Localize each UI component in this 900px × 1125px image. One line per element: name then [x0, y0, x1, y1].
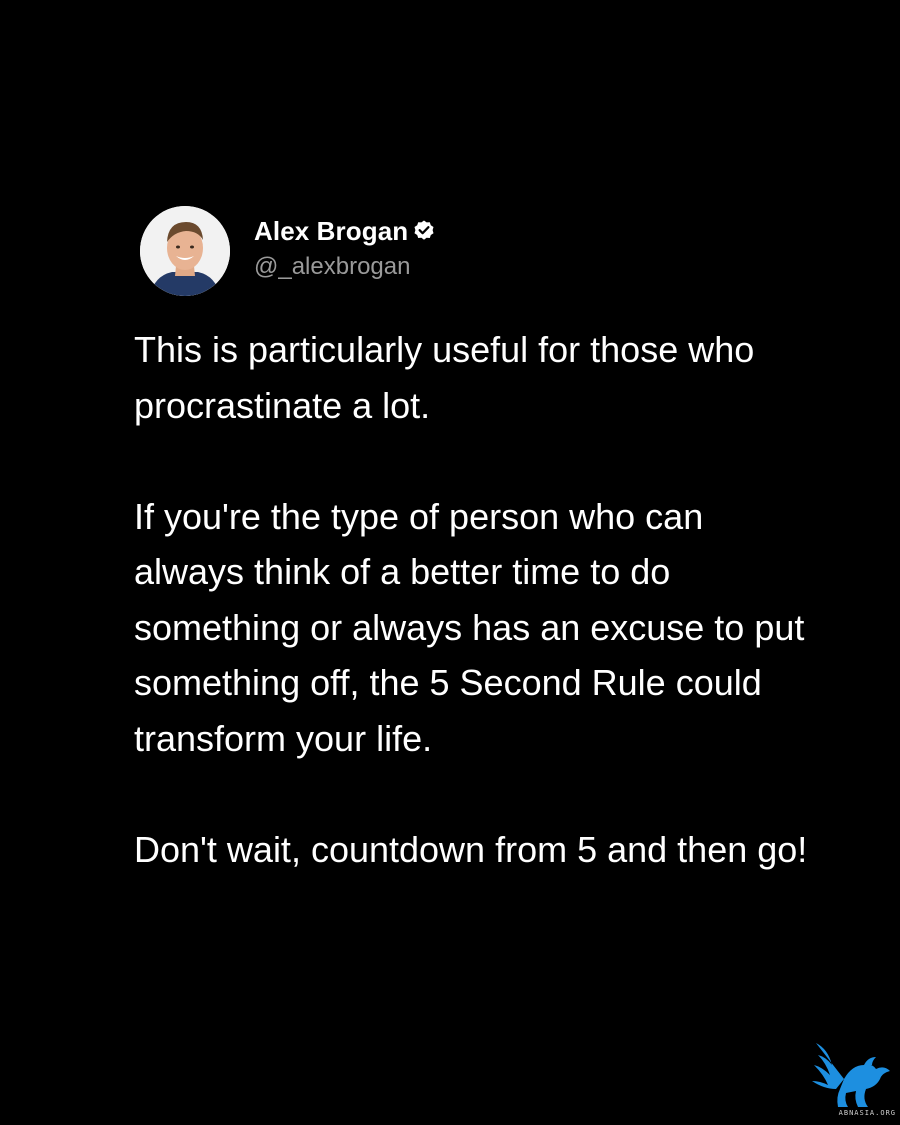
- tweet-card: Alex Brogan @_alexbrogan This is particu…: [134, 206, 814, 877]
- author-meta: Alex Brogan @_alexbrogan: [254, 216, 436, 281]
- tweet-paragraph: If you're the type of person who can alw…: [134, 495, 805, 759]
- author-handle[interactable]: @_alexbrogan: [254, 253, 436, 281]
- winged-lion-logo-icon: [812, 1043, 890, 1107]
- profile-photo-icon: [140, 206, 230, 296]
- verified-badge-icon: [414, 220, 434, 240]
- tweet-body: This is particularly useful for those wh…: [134, 322, 814, 877]
- tweet-author: Alex Brogan @_alexbrogan: [140, 206, 814, 296]
- tweet-paragraph: This is particularly useful for those wh…: [134, 329, 755, 426]
- watermark-text: ABNASIA.ORG: [838, 1109, 896, 1117]
- avatar[interactable]: [140, 206, 230, 296]
- author-name[interactable]: Alex Brogan: [254, 216, 408, 247]
- name-row: Alex Brogan: [254, 216, 436, 247]
- tweet-paragraph: Don't wait, countdown from 5 and then go…: [134, 828, 808, 870]
